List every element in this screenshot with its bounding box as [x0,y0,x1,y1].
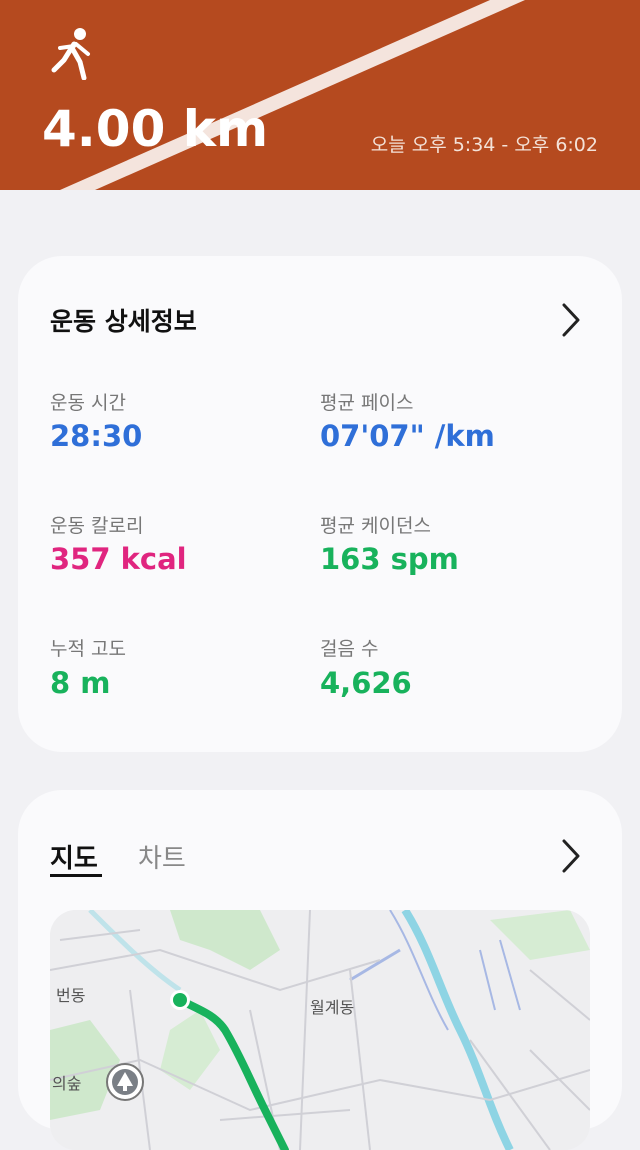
stat-value-elevation: 8 m [50,666,111,700]
stat-label-cadence: 평균 케이던스 [320,515,431,537]
chevron-right-icon[interactable] [560,302,582,338]
tab-chart[interactable]: 차트 [138,838,186,875]
chevron-right-icon[interactable] [560,838,582,874]
track-lane-line [60,0,525,190]
workout-details-card[interactable]: 운동 상세정보 운동 시간 28:30 평균 페이스 07'07" /km 운동… [18,256,622,752]
map-chart-card: 지도 차트 번동 월계동 의숲 [18,790,622,1150]
stat-label-duration: 운동 시간 [50,392,126,414]
map-label-wolgyedong: 월계동 [310,998,355,1017]
workout-header: 4.00 km 오늘 오후 5:34 - 오후 6:02 [0,0,640,190]
active-tab-indicator [50,874,102,877]
stat-value-steps: 4,626 [320,666,412,700]
stat-value-calories: 357 kcal [50,542,187,576]
map-graphic [50,910,590,1150]
map-label-beondong: 번동 [56,986,86,1005]
stat-label-calories: 운동 칼로리 [50,515,144,537]
tab-map[interactable]: 지도 [50,838,98,875]
map-label-uisup: 의숲 [52,1074,82,1093]
details-title: 운동 상세정보 [50,307,197,336]
stat-value-duration: 28:30 [50,419,143,453]
stat-value-pace: 07'07" /km [320,419,495,453]
stat-label-pace: 평균 페이스 [320,392,414,414]
stat-label-steps: 걸음 수 [320,638,379,660]
running-icon [51,28,90,80]
workout-time-range: 오늘 오후 5:34 - 오후 6:02 [370,134,598,156]
distance-value: 4.00 km [42,100,269,158]
route-map[interactable]: 번동 월계동 의숲 [50,910,590,1150]
stat-value-cadence: 163 spm [320,542,459,576]
stat-label-elevation: 누적 고도 [50,638,126,660]
